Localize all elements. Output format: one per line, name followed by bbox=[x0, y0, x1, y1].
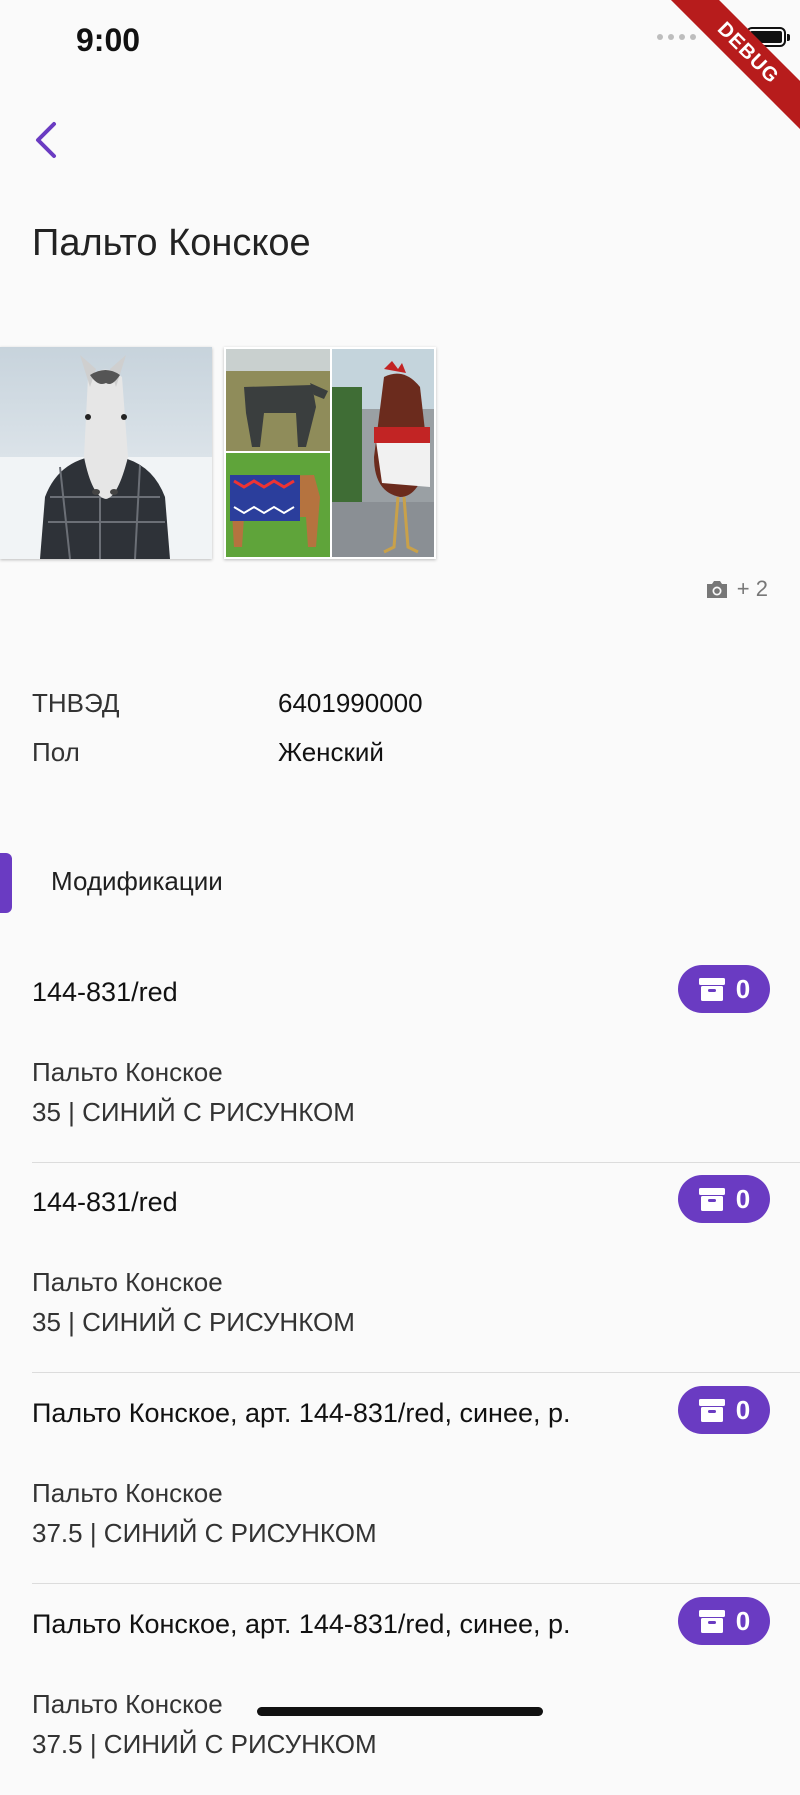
box-icon bbox=[698, 1610, 725, 1633]
modification-item[interactable]: 144-831/red 0 Пальто Конское 35 | СИНИЙ … bbox=[32, 953, 800, 1163]
box-icon bbox=[698, 1188, 725, 1211]
modification-item[interactable]: Пальто Конское, арт. 144-831/red, синее,… bbox=[32, 1585, 800, 1795]
status-bar: 9:00 bbox=[0, 0, 800, 90]
photo-gallery[interactable] bbox=[0, 347, 436, 559]
section-marker bbox=[0, 853, 12, 913]
camera-icon bbox=[706, 581, 727, 598]
back-button[interactable] bbox=[32, 112, 80, 168]
cellular-signal-icon bbox=[657, 34, 696, 40]
box-icon bbox=[698, 978, 725, 1001]
stock-badge[interactable]: 0 bbox=[678, 1386, 770, 1434]
attribute-value: 6401990000 bbox=[278, 688, 423, 718]
modification-name: Пальто Конское bbox=[32, 1478, 223, 1508]
product-photo-collage[interactable] bbox=[224, 347, 436, 559]
photo-count[interactable]: + 2 bbox=[705, 576, 768, 602]
attribute-label: Пол bbox=[32, 737, 80, 767]
section-title: Модификации bbox=[51, 866, 223, 896]
attribute-label: ТНВЭД bbox=[32, 688, 120, 718]
attribute-row-gender: Пол Женский bbox=[32, 737, 384, 768]
stock-count: 0 bbox=[735, 1183, 751, 1214]
stock-count: 0 bbox=[735, 973, 751, 1004]
stock-badge[interactable]: 0 bbox=[678, 1597, 770, 1645]
chevron-left-icon bbox=[36, 122, 56, 158]
modification-spec: 37.5 | СИНИЙ С РИСУНКОМ bbox=[32, 1518, 377, 1548]
box-icon bbox=[698, 1399, 725, 1422]
photo-count-label: + 2 bbox=[736, 576, 768, 601]
status-time: 9:00 bbox=[76, 22, 141, 58]
stock-count: 0 bbox=[735, 1605, 751, 1636]
modification-name: Пальто Конское bbox=[32, 1057, 223, 1087]
stock-badge[interactable]: 0 bbox=[678, 965, 770, 1013]
stock-count: 0 bbox=[735, 1394, 751, 1425]
attribute-value: Женский bbox=[278, 737, 384, 767]
modification-title: 144-831/red bbox=[32, 977, 178, 1007]
modification-spec: 35 | СИНИЙ С РИСУНКОМ bbox=[32, 1307, 355, 1337]
modification-title: 144-831/red bbox=[32, 1187, 178, 1217]
product-photo-horse[interactable] bbox=[0, 347, 212, 559]
modification-name: Пальто Конское bbox=[32, 1267, 223, 1297]
modification-item[interactable]: Пальто Конское, арт. 144-831/red, синее,… bbox=[32, 1374, 800, 1584]
attribute-row-tnved: ТНВЭД 6401990000 bbox=[32, 688, 423, 719]
modification-name: Пальто Конское bbox=[32, 1689, 223, 1719]
stock-badge[interactable]: 0 bbox=[678, 1175, 770, 1223]
modification-title: Пальто Конское, арт. 144-831/red, синее,… bbox=[32, 1398, 571, 1428]
modification-spec: 35 | СИНИЙ С РИСУНКОМ bbox=[32, 1097, 355, 1127]
home-indicator[interactable] bbox=[257, 1707, 543, 1716]
modification-title: Пальто Конское, арт. 144-831/red, синее,… bbox=[32, 1609, 571, 1639]
modification-item[interactable]: 144-831/red 0 Пальто Конское 35 | СИНИЙ … bbox=[32, 1163, 800, 1373]
modification-spec: 37.5 | СИНИЙ С РИСУНКОМ bbox=[32, 1729, 377, 1759]
page-title: Пальто Конское bbox=[32, 222, 311, 264]
